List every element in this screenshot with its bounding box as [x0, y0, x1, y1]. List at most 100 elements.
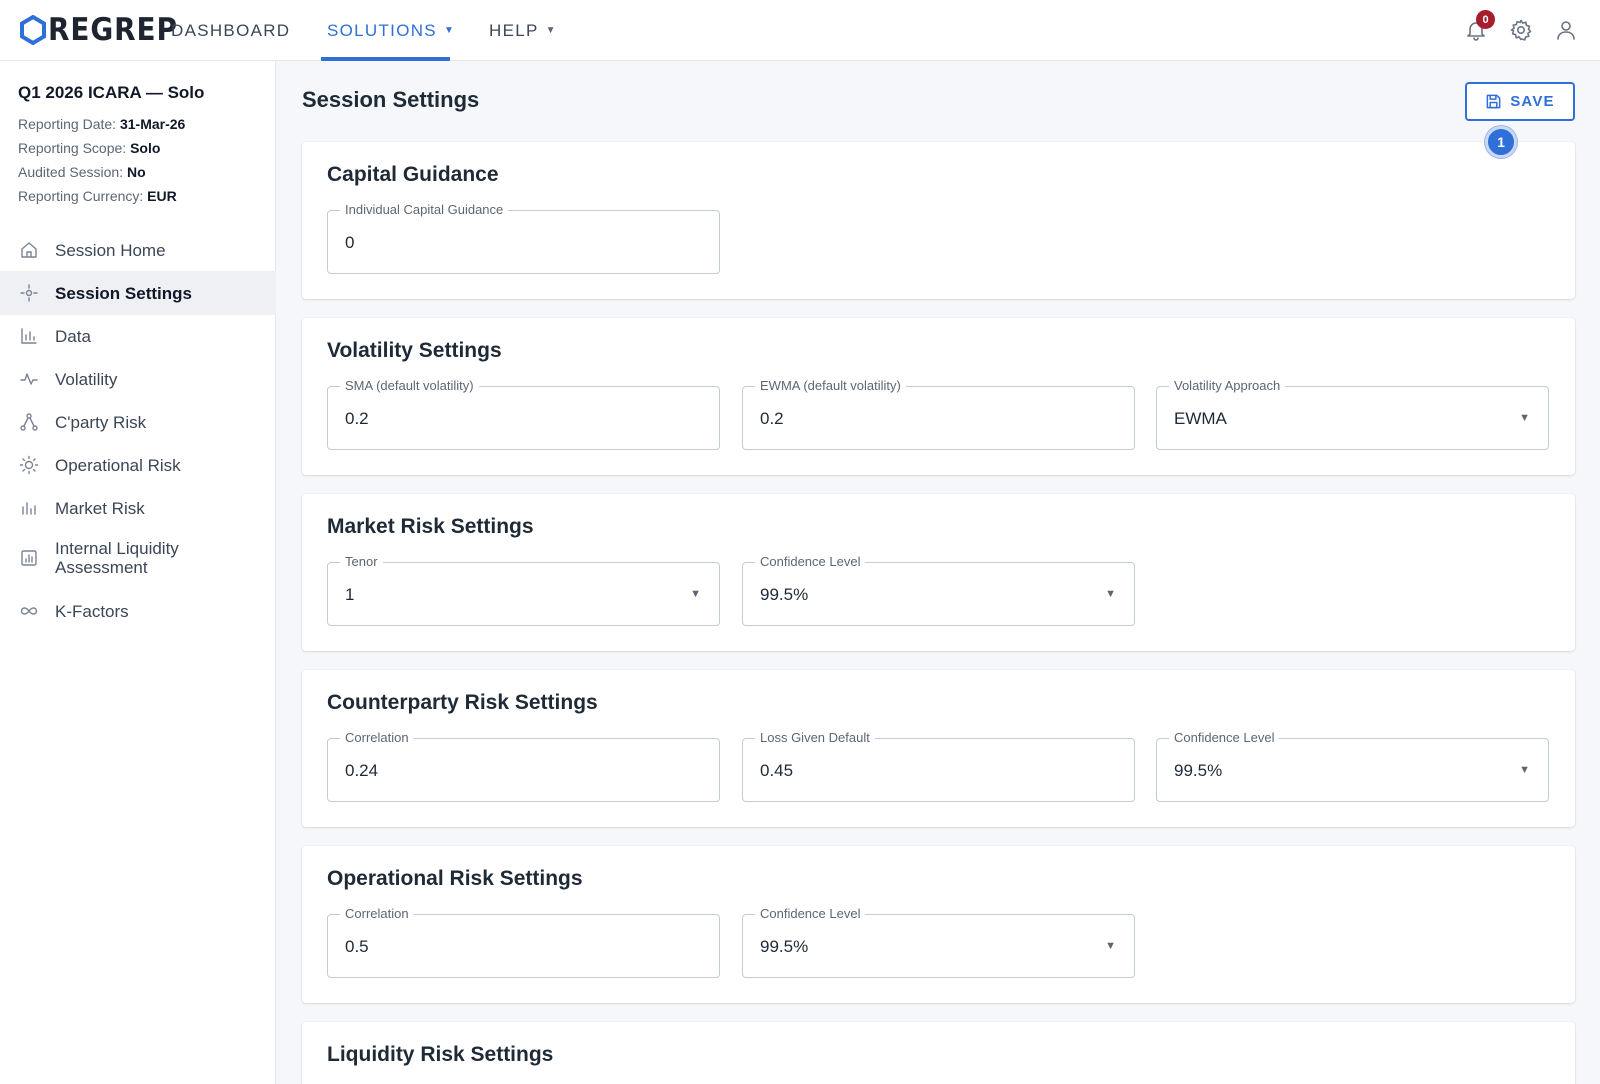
section-title: Liquidity Risk Settings	[327, 1043, 554, 1066]
sidebar-item-label: K-Factors	[55, 601, 129, 621]
sidebar: Q1 2026 ICARA — Solo Reporting Date: 31-…	[0, 61, 276, 1084]
meta-value: 31-Mar-26	[119, 116, 186, 132]
meta-audited-session: Audited Session: No	[18, 164, 146, 180]
sun-icon	[18, 454, 40, 476]
field-value: 1	[345, 585, 355, 604]
field-label: Loss Given Default	[755, 730, 875, 745]
dropdown-arrow-icon: ▼	[1105, 588, 1116, 600]
active-nav-indicator	[321, 57, 450, 61]
counterparty-correlation-input[interactable]: Correlation 0.24	[327, 730, 720, 802]
sidebar-item-label: Session Home	[55, 240, 166, 260]
hexagon-logo-icon	[20, 15, 46, 45]
field-label: Individual Capital Guidance	[340, 202, 509, 217]
report-icon	[18, 547, 40, 569]
meta-reporting-currency: Reporting Currency: EUR	[18, 188, 177, 204]
individual-capital-guidance-input[interactable]: Individual Capital Guidance 0	[327, 202, 720, 274]
sidebar-item-session-settings[interactable]: Session Settings	[0, 271, 276, 315]
sidebar-item-internal-liquidity-assessment[interactable]: Internal Liquidity Assessment	[0, 539, 276, 577]
section-title: Volatility Settings	[327, 339, 502, 362]
field-label: EWMA (default volatility)	[755, 378, 906, 393]
counterparty-confidence-level-select[interactable]: Confidence Level 99.5% ▼	[1156, 730, 1549, 802]
tenor-select[interactable]: Tenor 1 ▼	[327, 554, 720, 626]
gear-icon	[1510, 19, 1532, 41]
notification-count-badge: 0	[1476, 10, 1495, 29]
field-value: 0	[345, 233, 355, 252]
field-label: Confidence Level	[755, 554, 866, 569]
meta-value: No	[126, 164, 146, 180]
sidebar-item-label: Internal Liquidity Assessment	[55, 539, 179, 577]
user-profile-button[interactable]	[1552, 16, 1580, 44]
meta-reporting-scope: Reporting Scope: Solo	[18, 140, 160, 156]
operational-correlation-input[interactable]: Correlation 0.5	[327, 906, 720, 978]
pulse-icon	[18, 368, 40, 390]
chevron-down-icon: ▼	[545, 25, 557, 36]
sidebar-item-label: Volatility	[55, 369, 118, 389]
chevron-down-icon: ▼	[443, 25, 456, 36]
ewma-volatility-input[interactable]: EWMA (default volatility) 0.2	[742, 378, 1135, 450]
sidebar-item-label: Operational Risk	[55, 455, 181, 475]
liquidity-risk-settings-card: Liquidity Risk Settings	[302, 1022, 1575, 1084]
field-label: Confidence Level	[1169, 730, 1280, 745]
sma-volatility-input[interactable]: SMA (default volatility) 0.2	[327, 378, 720, 450]
section-title: Operational Risk Settings	[327, 867, 583, 890]
regrep-logo[interactable]: REGREP	[20, 12, 192, 48]
nav-help[interactable]: HELP ▼	[489, 0, 557, 61]
home-icon	[18, 239, 40, 261]
meta-label: Audited Session:	[18, 164, 124, 180]
nav-solutions[interactable]: SOLUTIONS ▼	[327, 0, 455, 61]
nav-help-label: HELP	[489, 20, 539, 40]
field-value: 99.5%	[1174, 761, 1223, 780]
network-icon	[18, 411, 40, 433]
infinity-icon	[18, 600, 40, 622]
nav-dashboard-label: DASHBOARD	[171, 20, 291, 40]
sidebar-item-cparty-risk[interactable]: C'party Risk	[0, 400, 276, 444]
section-title: Capital Guidance	[327, 163, 499, 186]
sidebar-item-data[interactable]: Data	[0, 314, 276, 358]
sidebar-item-volatility[interactable]: Volatility	[0, 357, 276, 401]
sidebar-item-label: C'party Risk	[55, 412, 147, 432]
section-title: Market Risk Settings	[327, 515, 534, 538]
step-indicator-badge[interactable]: 1	[1485, 126, 1517, 158]
capital-guidance-card: Capital Guidance Individual Capital Guid…	[302, 142, 1575, 299]
top-navbar: REGREP DASHBOARD SOLUTIONS ▼ HELP ▼ 0	[0, 0, 1600, 61]
volatility-approach-select[interactable]: Volatility Approach EWMA ▼	[1156, 378, 1549, 450]
settings-button[interactable]	[1507, 16, 1535, 44]
sidebar-item-k-factors[interactable]: K-Factors	[0, 589, 276, 633]
loss-given-default-input[interactable]: Loss Given Default 0.45	[742, 730, 1135, 802]
sidebar-item-label: Data	[55, 326, 91, 346]
save-button[interactable]: SAVE	[1465, 82, 1575, 121]
dropdown-arrow-icon: ▼	[690, 588, 701, 600]
floppy-disk-icon	[1486, 94, 1501, 109]
dropdown-arrow-icon: ▼	[1519, 412, 1530, 424]
field-label: Correlation	[340, 730, 414, 745]
operational-risk-settings-card: Operational Risk Settings Correlation 0.…	[302, 846, 1575, 1003]
sidebar-item-operational-risk[interactable]: Operational Risk	[0, 443, 276, 487]
sidebar-item-market-risk[interactable]: Market Risk	[0, 486, 276, 530]
sidebar-item-session-home[interactable]: Session Home	[0, 228, 276, 272]
nav-dashboard[interactable]: DASHBOARD	[171, 0, 290, 61]
page-title: Session Settings	[302, 87, 480, 112]
bar-chart-icon	[18, 325, 40, 347]
brand-name: REGREP	[48, 12, 178, 48]
market-confidence-level-select[interactable]: Confidence Level 99.5% ▼	[742, 554, 1135, 626]
meta-value: EUR	[147, 188, 177, 204]
operational-confidence-level-select[interactable]: Confidence Level 99.5% ▼	[742, 906, 1135, 978]
meta-label: Reporting Date:	[18, 116, 117, 132]
settings-crosshair-icon	[18, 282, 40, 304]
field-label: SMA (default volatility)	[340, 378, 479, 393]
dropdown-arrow-icon: ▼	[1105, 940, 1116, 952]
meta-reporting-date: Reporting Date: 31-Mar-26	[18, 116, 185, 132]
session-title: Q1 2026 ICARA — Solo	[18, 83, 205, 102]
save-button-label: SAVE	[1510, 93, 1555, 110]
column-chart-icon	[18, 497, 40, 519]
meta-label: Reporting Currency:	[18, 188, 144, 204]
counterparty-risk-settings-card: Counterparty Risk Settings Correlation 0…	[302, 670, 1575, 827]
meta-value: Solo	[130, 140, 161, 156]
nav-solutions-label: SOLUTIONS	[327, 20, 437, 40]
field-value: EWMA	[1174, 409, 1227, 428]
sidebar-item-label: Session Settings	[55, 283, 192, 303]
field-value: 99.5%	[760, 585, 809, 604]
field-value: 0.2	[760, 409, 784, 428]
field-value: 0.24	[345, 761, 379, 780]
meta-label: Reporting Scope:	[18, 140, 127, 156]
